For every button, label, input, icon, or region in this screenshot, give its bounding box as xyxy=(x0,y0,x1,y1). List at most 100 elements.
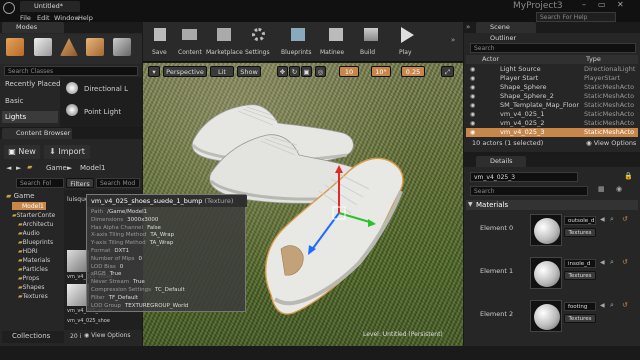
visibility-eye-icon[interactable]: ◉ xyxy=(470,83,475,92)
material-type-dropdown[interactable]: Textures xyxy=(564,228,596,237)
outliner-row[interactable]: ◉ vm_v4_025_2 StaticMeshActo xyxy=(466,119,638,128)
back-arrow-icon[interactable]: ◄ xyxy=(6,164,11,172)
lit-button[interactable]: Lit xyxy=(210,66,234,77)
menu-help[interactable]: Help xyxy=(78,14,93,22)
menu-window[interactable]: Window xyxy=(54,14,80,22)
scale-snap-button[interactable]: 0.25 xyxy=(401,66,425,77)
save-button[interactable]: Save xyxy=(146,24,174,58)
search-model-input[interactable]: Search Mod xyxy=(96,178,140,188)
minimize-button[interactable]: – xyxy=(582,0,586,9)
material-preview-sphere[interactable] xyxy=(530,257,562,289)
tree-item-particles[interactable]: ▰Particles xyxy=(18,266,48,273)
outliner-search-input[interactable]: Search xyxy=(470,43,636,53)
modes-tab[interactable]: Modes xyxy=(2,22,64,33)
play-button[interactable]: Play xyxy=(393,24,423,58)
help-search-input[interactable]: Search For Help xyxy=(536,12,616,22)
matinee-button[interactable]: Matinee xyxy=(319,24,353,58)
actor-name-field[interactable]: vm_v4_025_3 xyxy=(470,172,578,182)
outliner-row[interactable]: ◉ Shape_Sphere_2 StaticMeshActo xyxy=(466,92,638,101)
paint-mode-icon[interactable] xyxy=(34,38,52,56)
content-button[interactable]: Content xyxy=(176,24,204,58)
category-basic[interactable]: Basic xyxy=(5,97,24,105)
details-view-options-icon[interactable]: ◉ xyxy=(616,185,622,193)
modes-search-input[interactable]: Search Classes xyxy=(4,66,138,76)
tree-item-starter[interactable]: ▰StarterConte xyxy=(12,212,55,219)
breadcrumb-game[interactable]: Game xyxy=(46,164,67,172)
browse-asset-icon[interactable]: ⌕ xyxy=(610,215,614,224)
reset-to-default-icon[interactable]: ↺ xyxy=(622,215,628,223)
reset-to-default-icon[interactable]: ↺ xyxy=(622,258,628,266)
tree-item-blueprints[interactable]: ▰Blueprints xyxy=(18,239,53,246)
menu-file[interactable]: File xyxy=(20,14,31,22)
visibility-eye-icon[interactable]: ◉ xyxy=(470,65,475,74)
maximize-button[interactable]: ▭ xyxy=(598,0,606,9)
level-tab[interactable]: Untitled* xyxy=(20,1,80,12)
visibility-eye-icon[interactable]: ◉ xyxy=(470,128,475,137)
scale-tool-icon[interactable]: ▣ xyxy=(301,66,312,77)
directional-light-item[interactable]: Directional L xyxy=(84,85,128,93)
viewport-options-button[interactable]: ▾ xyxy=(148,66,160,77)
world-local-icon[interactable]: ◎ xyxy=(315,66,326,77)
perspective-button[interactable]: Perspective xyxy=(163,66,207,77)
outliner-row[interactable]: ◉ Player Start PlayerStart xyxy=(466,74,638,83)
lock-icon[interactable]: 🔒 xyxy=(624,172,633,180)
category-recently-placed[interactable]: Recently Placed xyxy=(5,80,61,88)
breadcrumb-model1[interactable]: Model1 xyxy=(80,164,105,172)
landscape-mode-icon[interactable] xyxy=(60,38,78,56)
marketplace-button[interactable]: Marketplace xyxy=(206,24,243,58)
outliner-row[interactable]: ◉ vm_v4_025_1 StaticMeshActo xyxy=(466,110,638,119)
visibility-eye-icon[interactable]: ◉ xyxy=(470,92,475,101)
content-browser-tab[interactable]: Content Browser xyxy=(2,128,72,139)
tree-item-textures[interactable]: ▰Textures xyxy=(18,293,48,300)
rotate-tool-icon[interactable]: ↻ xyxy=(289,66,300,77)
use-selected-asset-icon[interactable]: ◀ xyxy=(600,216,605,223)
directional-light-icon[interactable] xyxy=(66,82,78,94)
details-tab[interactable]: Details xyxy=(476,156,526,167)
browse-asset-icon[interactable]: ⌕ xyxy=(610,301,614,310)
reset-to-default-icon[interactable]: ↺ xyxy=(622,301,628,309)
point-light-item[interactable]: Point Light xyxy=(84,108,121,116)
show-button[interactable]: Show xyxy=(237,66,261,77)
point-light-icon[interactable] xyxy=(66,104,78,116)
build-button[interactable]: Build xyxy=(356,24,386,58)
tree-item-game[interactable]: ▰ Game xyxy=(6,192,34,200)
visibility-eye-icon[interactable]: ◉ xyxy=(470,119,475,128)
tree-item-shapes[interactable]: ▰Shapes xyxy=(18,284,45,291)
rotation-snap-button[interactable]: 10° xyxy=(371,66,391,77)
tree-item-materials[interactable]: ▰Materials xyxy=(18,257,50,264)
filters-button[interactable]: Filters xyxy=(66,178,94,188)
tree-item-model1[interactable]: Model1 xyxy=(12,202,46,210)
new-button[interactable]: ▣ New xyxy=(4,145,40,159)
translate-tool-icon[interactable]: ✥ xyxy=(277,66,288,77)
grid-snap-button[interactable]: 10 xyxy=(339,66,359,77)
blueprints-button[interactable]: Blueprints xyxy=(281,24,315,58)
outliner-row[interactable]: ◉ vm_v4_025_3 StaticMeshActo xyxy=(466,128,638,137)
tree-item-architecture[interactable]: ▰Architectu xyxy=(18,221,53,228)
toolbar-expand-icon[interactable]: » xyxy=(451,36,455,44)
scene-outliner-tab[interactable]: Scene Outliner xyxy=(476,22,536,42)
tree-item-hdri[interactable]: ▰HDRI xyxy=(18,248,38,255)
use-selected-asset-icon[interactable]: ◀ xyxy=(600,259,605,266)
material-asset-field[interactable]: insole_d xyxy=(564,259,596,268)
close-button[interactable]: ✕ xyxy=(617,0,624,9)
browse-asset-icon[interactable]: ⌕ xyxy=(610,258,614,267)
tree-item-props[interactable]: ▰Props xyxy=(18,275,39,282)
place-mode-icon[interactable] xyxy=(6,38,24,56)
content-view-options[interactable]: ◉ View Options xyxy=(84,332,130,339)
settings-button[interactable]: Settings xyxy=(244,24,274,58)
visibility-eye-icon[interactable]: ◉ xyxy=(470,74,475,83)
material-asset-field[interactable]: outsole_d xyxy=(564,216,596,225)
column-actor[interactable]: Actor xyxy=(482,55,499,63)
outliner-row[interactable]: ◉ Shape_Sphere StaticMeshActo xyxy=(466,83,638,92)
outliner-view-options[interactable]: ◉ View Options xyxy=(586,139,636,147)
geometry-mode-icon[interactable] xyxy=(113,38,131,56)
search-folders-input[interactable]: Search Fol xyxy=(16,178,64,188)
visibility-eye-icon[interactable]: ◉ xyxy=(470,110,475,119)
property-matrix-icon[interactable]: ▦ xyxy=(598,185,605,193)
category-lights-row[interactable]: Lights xyxy=(2,111,58,123)
material-preview-sphere[interactable] xyxy=(530,300,562,332)
materials-section-header[interactable]: ▼ Materials xyxy=(466,200,638,210)
material-type-dropdown[interactable]: Textures xyxy=(564,271,596,280)
column-type[interactable]: Type xyxy=(586,55,601,63)
material-preview-sphere[interactable] xyxy=(530,214,562,246)
